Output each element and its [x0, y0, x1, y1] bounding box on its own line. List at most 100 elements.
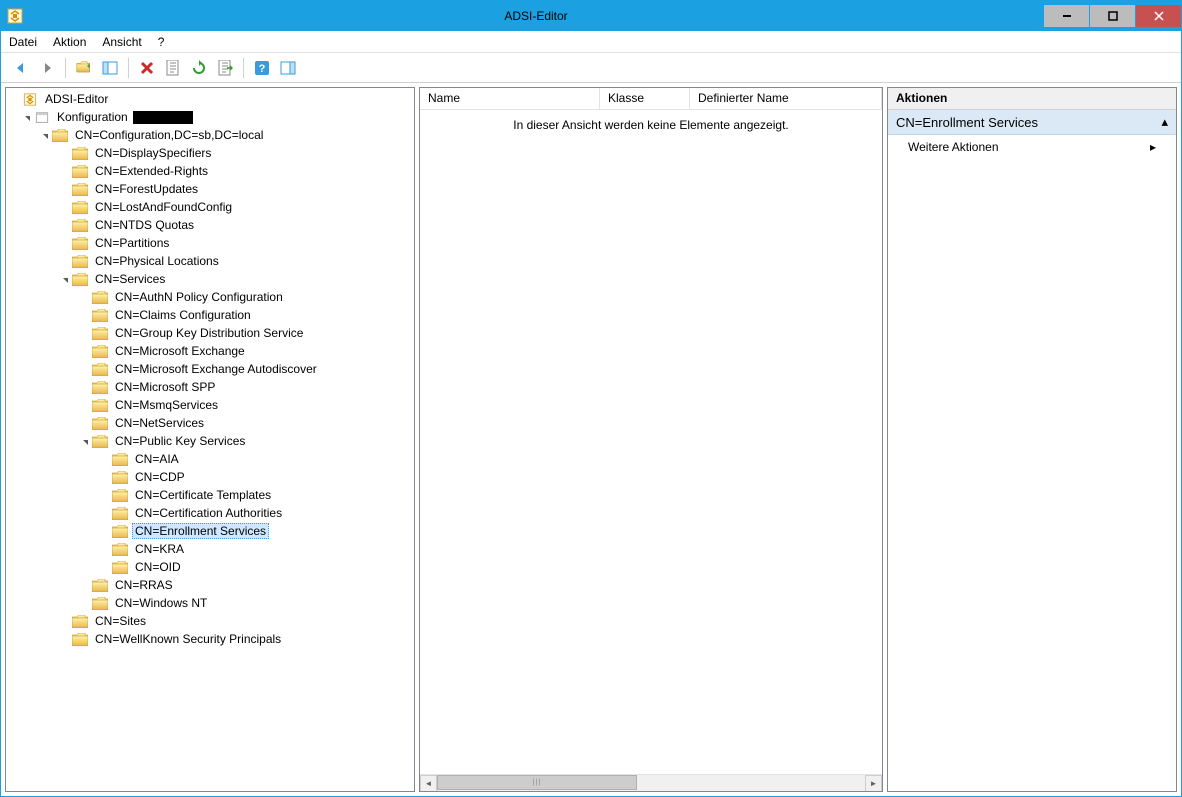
tree-item-label: CN=NTDS Quotas	[92, 218, 197, 232]
show-hide-tree-button[interactable]	[98, 56, 122, 80]
tree-item-label: CN=Physical Locations	[92, 254, 222, 268]
export-list-button[interactable]	[213, 56, 237, 80]
toggle-icon[interactable]	[58, 273, 70, 285]
properties-button[interactable]	[161, 56, 185, 80]
tree-root-label: ADSI-Editor	[42, 92, 111, 106]
titlebar[interactable]: ADSI-Editor	[1, 1, 1181, 31]
tree-item-kra[interactable]: CN=KRA	[6, 540, 414, 558]
tree-item-sites[interactable]: CN=Sites	[6, 612, 414, 630]
nav-forward-button[interactable]	[35, 56, 59, 80]
tree-configuration[interactable]: CN=Configuration,DC=sb,DC=local	[6, 126, 414, 144]
scroll-thumb[interactable]: |||	[437, 775, 637, 790]
tree-item-label: CN=Windows NT	[112, 596, 210, 610]
tree-root[interactable]: ADSI-Editor	[6, 90, 414, 108]
up-button[interactable]	[72, 56, 96, 80]
toolbar-separator	[65, 58, 66, 78]
tree-item-claims-config[interactable]: CN=Claims Configuration	[6, 306, 414, 324]
tree-item-label: CN=RRAS	[112, 578, 176, 592]
folder-icon	[92, 363, 108, 376]
folder-icon	[92, 597, 108, 610]
scroll-left-button[interactable]: ◄	[420, 775, 437, 792]
tree-item-extended-rights[interactable]: CN=Extended-Rights	[6, 162, 414, 180]
toggle-icon[interactable]	[78, 435, 90, 447]
folder-icon	[112, 525, 128, 538]
actions-more[interactable]: Weitere Aktionen ▸	[888, 135, 1176, 159]
tree-item-partitions[interactable]: CN=Partitions	[6, 234, 414, 252]
tree-item-group-key-dist[interactable]: CN=Group Key Distribution Service	[6, 324, 414, 342]
tree-item-wellknown[interactable]: CN=WellKnown Security Principals	[6, 630, 414, 648]
content-area: ADSI-Editor Konfiguration CN=Configurati…	[1, 83, 1181, 796]
toggle-icon[interactable]	[20, 111, 32, 123]
tree-item-lost-and-found[interactable]: CN=LostAndFoundConfig	[6, 198, 414, 216]
folder-icon	[72, 615, 88, 628]
actions-section-title[interactable]: CN=Enrollment Services ▴	[888, 110, 1176, 135]
folder-icon	[112, 471, 128, 484]
scroll-right-button[interactable]: ►	[865, 775, 882, 792]
toolbar-separator	[243, 58, 244, 78]
tree-item-ms-spp[interactable]: CN=Microsoft SPP	[6, 378, 414, 396]
tree-item-public-key-services[interactable]: CN=Public Key Services	[6, 432, 414, 450]
folder-icon	[112, 453, 128, 466]
list-body[interactable]: In dieser Ansicht werden keine Elemente …	[420, 110, 882, 774]
tree-item-msmq[interactable]: CN=MsmqServices	[6, 396, 414, 414]
menu-file[interactable]: Datei	[9, 35, 37, 49]
minimize-button[interactable]	[1044, 5, 1089, 27]
column-dn[interactable]: Definierter Name	[690, 88, 882, 109]
menu-help[interactable]: ?	[158, 35, 165, 49]
tree-item-label: CN=Enrollment Services	[132, 523, 269, 539]
tree-item-ntds-quotas[interactable]: CN=NTDS Quotas	[6, 216, 414, 234]
scroll-track[interactable]: |||	[437, 775, 865, 792]
redacted-text	[133, 111, 193, 124]
window: ADSI-Editor Datei Aktion Ansicht ? ?	[0, 0, 1182, 797]
tree-item-cert-authorities[interactable]: CN=Certification Authorities	[6, 504, 414, 522]
tree-item-net-services[interactable]: CN=NetServices	[6, 414, 414, 432]
folder-icon	[72, 633, 88, 646]
tree-configuration-root[interactable]: Konfiguration	[6, 108, 414, 126]
tree-item-label: CN=Group Key Distribution Service	[112, 326, 306, 340]
column-class[interactable]: Klasse	[600, 88, 690, 109]
menu-action[interactable]: Aktion	[53, 35, 86, 49]
toggle-icon[interactable]	[38, 129, 50, 141]
delete-button[interactable]	[135, 56, 159, 80]
tree-item-physical-locations[interactable]: CN=Physical Locations	[6, 252, 414, 270]
tree-item-windows-nt[interactable]: CN=Windows NT	[6, 594, 414, 612]
tree-item-label: CN=LostAndFoundConfig	[92, 200, 235, 214]
help-button[interactable]: ?	[250, 56, 274, 80]
tree-item-oid[interactable]: CN=OID	[6, 558, 414, 576]
tree: ADSI-Editor Konfiguration CN=Configurati…	[6, 88, 414, 650]
tree-pane[interactable]: ADSI-Editor Konfiguration CN=Configurati…	[5, 87, 415, 792]
refresh-button[interactable]	[187, 56, 211, 80]
tree-item-services[interactable]: CN=Services	[6, 270, 414, 288]
tree-item-label: CN=Microsoft SPP	[112, 380, 218, 394]
tree-item-cdp[interactable]: CN=CDP	[6, 468, 414, 486]
nav-back-button[interactable]	[9, 56, 33, 80]
tree-item-cert-templates[interactable]: CN=Certificate Templates	[6, 486, 414, 504]
tree-item-rras[interactable]: CN=RRAS	[6, 576, 414, 594]
show-hide-actions-button[interactable]	[276, 56, 300, 80]
maximize-button[interactable]	[1090, 5, 1135, 27]
toolbar: ?	[1, 53, 1181, 83]
tree-item-forest-updates[interactable]: CN=ForestUpdates	[6, 180, 414, 198]
column-name[interactable]: Name	[420, 88, 600, 109]
tree-item-ms-exchange-autodiscover[interactable]: CN=Microsoft Exchange Autodiscover	[6, 360, 414, 378]
folder-icon	[72, 201, 88, 214]
tree-item-label: CN=NetServices	[112, 416, 207, 430]
menu-view[interactable]: Ansicht	[102, 35, 141, 49]
collapse-icon[interactable]: ▴	[1161, 114, 1168, 130]
tree-item-authn-policy[interactable]: CN=AuthN Policy Configuration	[6, 288, 414, 306]
folder-icon	[92, 327, 108, 340]
tree-item-label: CN=Extended-Rights	[92, 164, 211, 178]
close-button[interactable]	[1136, 5, 1181, 27]
tree-item-display-specifiers[interactable]: CN=DisplaySpecifiers	[6, 144, 414, 162]
folder-icon	[72, 255, 88, 268]
horizontal-scrollbar[interactable]: ◄ ||| ►	[420, 774, 882, 791]
tree-item-label: CN=Configuration,DC=sb,DC=local	[72, 128, 266, 142]
tree-config-label: Konfiguration	[54, 110, 131, 124]
tree-item-enrollment-services[interactable]: CN=Enrollment Services	[6, 522, 414, 540]
tree-item-label: CN=KRA	[132, 542, 187, 556]
actions-header: Aktionen	[888, 88, 1176, 110]
folder-icon	[92, 399, 108, 412]
tree-item-aia[interactable]: CN=AIA	[6, 450, 414, 468]
tree-item-ms-exchange[interactable]: CN=Microsoft Exchange	[6, 342, 414, 360]
chevron-right-icon: ▸	[1150, 140, 1156, 154]
